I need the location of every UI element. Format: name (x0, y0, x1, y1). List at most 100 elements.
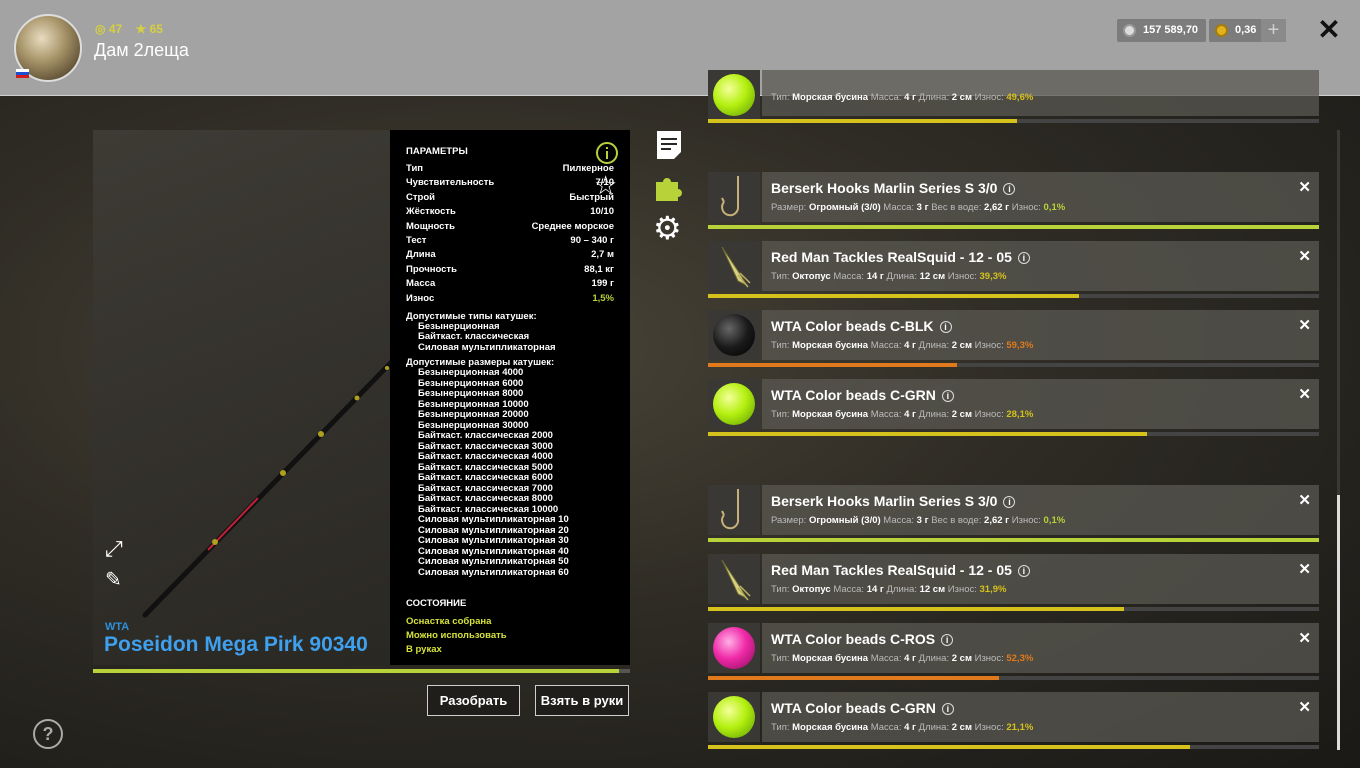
tackle-item[interactable]: WTA Color beads C-ROS i ✕ Тип: Морская буси… (708, 623, 1319, 673)
info-icon[interactable]: i (939, 321, 952, 333)
help-button[interactable]: ? (33, 719, 63, 749)
add-currency-button[interactable]: + (1261, 19, 1286, 42)
notes-icon[interactable] (656, 130, 682, 160)
state-heading: СОСТОЯНИЕ (406, 598, 467, 609)
remove-item-button[interactable]: ✕ (1298, 629, 1311, 647)
tackle-item[interactable]: Red Man Tackles RealSquid - 12 - 05 i ✕ Тип… (708, 241, 1319, 291)
rod-condition-fill (93, 669, 620, 673)
info-icon[interactable] (595, 141, 619, 165)
meta-key: Размер: (771, 515, 807, 526)
info-icon[interactable]: i (1003, 183, 1016, 195)
bead-icon (713, 314, 755, 356)
meta-key: Размер: (771, 202, 807, 213)
meta-value: 2 см (951, 722, 972, 733)
rank-indicator: ◎ 47 (95, 22, 123, 36)
wear-bar (708, 294, 1319, 298)
params-heading: ПАРАМЕТРЫ (406, 146, 468, 157)
meta-value: 12 см (919, 271, 946, 282)
meta-key: Тип: (771, 653, 790, 664)
rod-condition-bar (93, 669, 630, 673)
meta-value: Огромный (3/0) (808, 515, 881, 526)
take-in-hands-button[interactable]: Взять в руки (535, 685, 629, 716)
item-meta: Тип: Морская бусина Масса: 4 г Длина: 2 … (771, 653, 1033, 664)
tackle-item[interactable]: Тип: Морская бусина Масса: 4 г Длина: 2 … (708, 70, 1319, 120)
item-title-text: WTA Color beads C-GRN (771, 700, 936, 716)
meta-key: Масса: (870, 409, 902, 420)
item-title: WTA Color beads C-GRN i (771, 700, 954, 716)
rod-preview: ⤢ ✎ (93, 130, 390, 665)
tackle-item[interactable]: WTA Color beads C-GRN i ✕ Тип: Морская буси… (708, 379, 1319, 429)
meta-key: Тип: (771, 92, 790, 103)
scrollbar-thumb[interactable] (1337, 495, 1340, 750)
gold-value: 0,36 (1235, 24, 1257, 36)
gold-balance: 0,36 (1209, 19, 1265, 42)
rank-value: 47 (108, 22, 123, 36)
remove-item-button[interactable]: ✕ (1298, 491, 1311, 509)
meta-key: Масса: (833, 584, 865, 595)
info-icon[interactable]: i (941, 390, 954, 402)
item-title: WTA Color beads C-BLK i (771, 318, 952, 334)
rod-brand: WTA (105, 621, 130, 633)
meta-value: 2,62 г (984, 515, 1010, 526)
meta-key: Тип: (771, 409, 790, 420)
state-line: Можно использовать (406, 630, 507, 641)
info-icon[interactable]: i (1003, 496, 1016, 508)
gear-icon[interactable]: ⚙ (653, 210, 682, 246)
remove-item-button[interactable]: ✕ (1298, 247, 1311, 265)
meta-key: Масса: (870, 722, 902, 733)
silver-balance: 157 589,70 (1117, 19, 1207, 42)
silver-coin-icon (1123, 24, 1136, 37)
meta-value: 2 см (951, 340, 972, 351)
wear-bar (708, 607, 1319, 611)
item-thumbnail (708, 172, 760, 222)
item-meta: Тип: Морская бусина Масса: 4 г Длина: 2 … (771, 92, 1033, 103)
wear-bar-fill (708, 225, 1319, 229)
bead-icon (713, 627, 755, 669)
fullscreen-icon[interactable]: ⤢ (105, 536, 123, 562)
meta-value: 2 см (951, 409, 972, 420)
remove-item-button[interactable]: ✕ (1298, 178, 1311, 196)
close-button[interactable]: ✕ (1316, 16, 1342, 44)
param-row: Строй Быстрый (406, 192, 614, 206)
wear-value: 31,9% (979, 584, 1007, 595)
remove-item-button[interactable]: ✕ (1298, 316, 1311, 334)
wear-bar (708, 432, 1319, 436)
meta-key: Масса: (870, 653, 902, 664)
item-body: WTA Color beads C-ROS i ✕ Тип: Морская буси… (762, 623, 1319, 673)
param-value: Среднее морское (531, 220, 614, 232)
tackle-item[interactable]: Berserk Hooks Marlin Series S 3/0 i ✕ Разме… (708, 485, 1319, 535)
meta-value: 4 г (904, 340, 916, 351)
meta-value: 2,62 г (984, 202, 1010, 213)
wear-bar (708, 676, 1319, 680)
favorite-star-icon[interactable]: ☆ (594, 170, 617, 201)
tackle-item[interactable]: Berserk Hooks Marlin Series S 3/0 i ✕ Разме… (708, 172, 1319, 222)
remove-item-button[interactable]: ✕ (1298, 385, 1311, 403)
wear-value: 28,1% (1006, 409, 1034, 420)
disassemble-button[interactable]: Разобрать (427, 685, 520, 716)
param-value: 1,5% (592, 292, 614, 304)
item-body: Red Man Tackles RealSquid - 12 - 05 i ✕ Тип… (762, 554, 1319, 604)
param-value: 199 г (591, 278, 614, 290)
wear-label: Износ: (974, 722, 1004, 733)
flag-icon (16, 69, 29, 78)
info-icon[interactable]: i (941, 634, 954, 646)
param-row: Износ 1,5% (406, 293, 614, 307)
info-icon[interactable]: i (941, 703, 954, 715)
puzzle-icon[interactable] (654, 172, 684, 202)
meta-key: Длина: (886, 584, 917, 595)
remove-item-button[interactable]: ✕ (1298, 560, 1311, 578)
tackle-item[interactable]: Red Man Tackles RealSquid - 12 - 05 i ✕ Тип… (708, 554, 1319, 604)
tackle-item[interactable]: WTA Color beads C-BLK i ✕ Тип: Морская буси… (708, 310, 1319, 360)
info-icon[interactable]: i (1017, 252, 1030, 264)
item-title-text: Red Man Tackles RealSquid - 12 - 05 (771, 249, 1012, 265)
tackle-item[interactable]: WTA Color beads C-GRN i ✕ Тип: Морская буси… (708, 692, 1319, 742)
meta-key: Длина: (918, 340, 950, 351)
meta-key: Тип: (771, 271, 790, 282)
wear-value: 0,1% (1043, 202, 1066, 213)
param-value: 2,7 м (591, 249, 614, 261)
info-icon[interactable]: i (1017, 565, 1030, 577)
item-title: Red Man Tackles RealSquid - 12 - 05 i (771, 562, 1030, 578)
reel-sizes-list: Безынерционная 4000 Безынерционная 6000 Бе… (406, 368, 614, 578)
pencil-icon[interactable]: ✎ (105, 567, 122, 592)
remove-item-button[interactable]: ✕ (1298, 698, 1311, 716)
